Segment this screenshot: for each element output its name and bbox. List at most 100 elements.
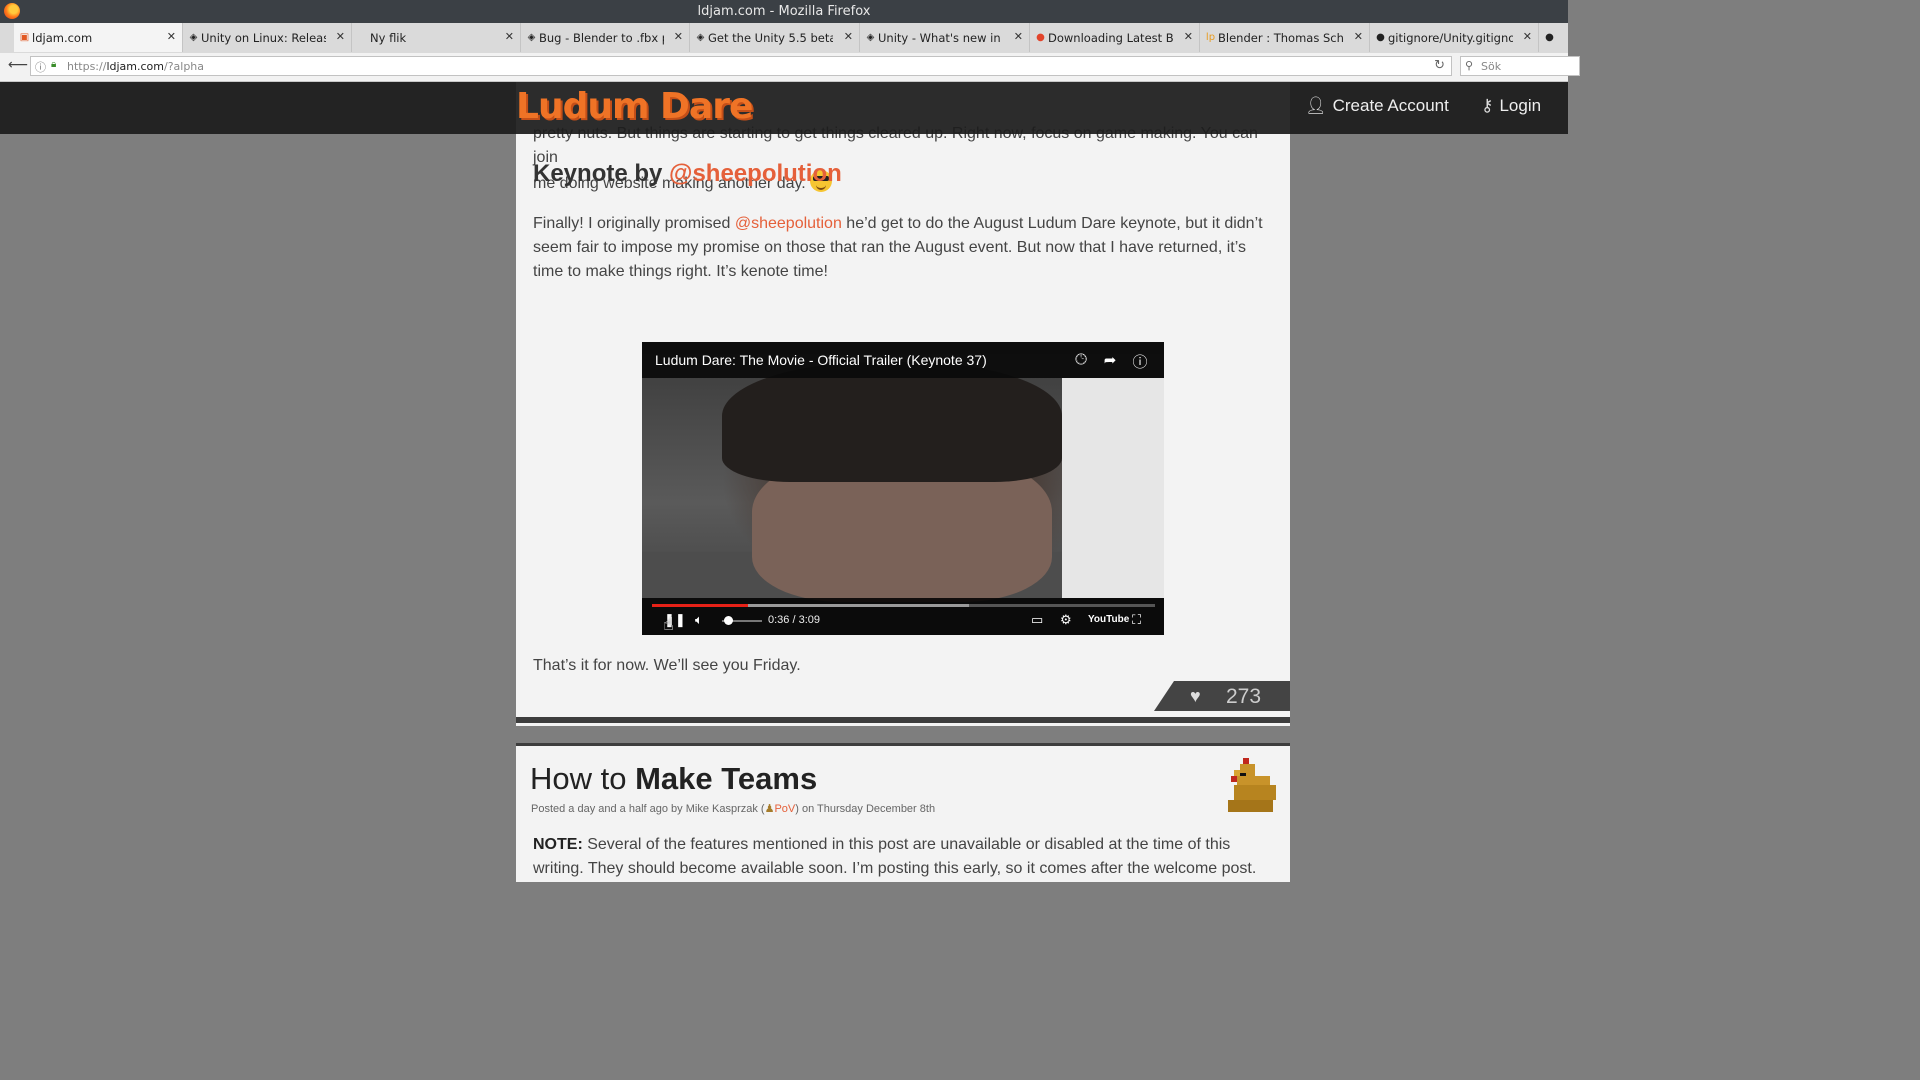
url-host: ldjam.com (106, 60, 164, 73)
tab-label: gitignore/Unity.gitigno... (1388, 30, 1513, 45)
unity-icon: ◈ (866, 32, 875, 43)
site-header: Ludum Dare 👤︎ Create Account ⚷ Login (0, 82, 1568, 134)
post-paragraph: Finally! I originally promised @sheepolu… (533, 212, 1275, 284)
post-title-prefix: How to (530, 761, 627, 796)
paragraph-text: Finally! I originally promised (533, 215, 731, 232)
like-button[interactable]: ♥ 273 (1154, 681, 1290, 711)
info-icon[interactable]: ⓘ (35, 59, 46, 75)
close-tab-icon[interactable]: ✕ (167, 30, 176, 43)
post-footer: ♥ 273 (516, 681, 1290, 726)
video-time: 0:36 / 3:09 (768, 614, 820, 626)
user-link[interactable]: @sheepolution (735, 215, 842, 232)
search-placeholder: Sök (1481, 60, 1502, 73)
post-note: NOTE: Several of the features mentioned … (533, 833, 1275, 881)
close-tab-icon[interactable]: ✕ (844, 30, 853, 43)
video-progress-bar[interactable] (652, 604, 1155, 607)
fullscreen-icon[interactable]: ⛶ (1132, 612, 1141, 628)
browser-tab[interactable]: lpBlender : Thomas Schiex ✕ (1200, 23, 1370, 52)
tab-label: Unity - What's new in U... (878, 30, 1003, 45)
tab-label: Downloading Latest Bl... (1048, 30, 1173, 45)
watch-later-clock-icon[interactable]: 🕒︎ (1072, 351, 1090, 368)
launchpad-icon: lp (1205, 32, 1216, 43)
blog-post: How to Make Teams Posted a day and a hal… (516, 743, 1290, 882)
video-played (652, 604, 748, 607)
browser-tab[interactable]: ▣ ldjam.com ✕ (14, 23, 183, 52)
tab-label: Unity on Linux: Release... (201, 30, 326, 45)
browser-tab[interactable]: ◈Bug - Blender to .fbx pr... ✕ (521, 23, 690, 52)
browser-tab[interactable]: ●Downloading Latest Bl... ✕ (1030, 23, 1200, 52)
ask-icon: ● (1036, 32, 1045, 43)
window-title: ldjam.com - Mozilla Firefox (697, 4, 871, 19)
post-closing: That’s it for now. We’ll see you Friday. (533, 657, 801, 674)
info-icon[interactable]: ⓘ (1131, 351, 1149, 372)
close-tab-icon[interactable]: ✕ (1354, 30, 1363, 43)
unity-icon: ◈ (527, 32, 536, 43)
video-frame-hair (722, 362, 1062, 482)
add-user-icon: 👤︎ (1305, 96, 1327, 115)
back-arrow-icon[interactable]: ⟵ (8, 57, 28, 73)
close-tab-icon[interactable]: ✕ (1184, 30, 1193, 43)
ldjam-icon: ▣ (19, 32, 30, 43)
key-icon: ⚷ (1481, 96, 1494, 115)
note-text: Several of the features mentioned in thi… (533, 836, 1257, 877)
post-title[interactable]: How to Make Teams (530, 761, 817, 797)
browser-tab[interactable]: Ny flik ✕ (352, 23, 521, 52)
video-frame[interactable] (642, 342, 1164, 635)
volume-knob[interactable] (724, 616, 733, 625)
browser-tab[interactable]: ● gitignore/Unity.gitigno... ✕ (1370, 23, 1539, 52)
tab-label: Blender : Thomas Schiex (1218, 30, 1343, 45)
mouse-cursor-icon: ☝ (663, 614, 674, 635)
unity-icon: ◈ (189, 32, 198, 43)
url-text: https://ldjam.com/?alpha (67, 60, 204, 73)
create-account-label: Create Account (1332, 96, 1449, 115)
browser-tab[interactable]: ◈Unity - What's new in U... ✕ (860, 23, 1030, 52)
tab-label: ldjam.com (32, 30, 93, 45)
login-button[interactable]: ⚷ Login (1481, 96, 1541, 116)
settings-gear-icon[interactable]: ⚙ (1060, 612, 1072, 628)
browser-tab[interactable]: ● (1539, 23, 1568, 52)
video-frame-wall (1062, 378, 1164, 598)
note-label: NOTE: (533, 836, 583, 853)
tab-label: Bug - Blender to .fbx pr... (539, 30, 664, 45)
github-icon: ● (1545, 32, 1554, 43)
meta-text: ) on Thursday December 8th (795, 803, 936, 815)
heart-icon: ♥ (1190, 686, 1201, 706)
reload-icon[interactable]: ↻ (1434, 58, 1445, 73)
ludum-dare-logo[interactable]: Ludum Dare (516, 86, 753, 127)
navigation-toolbar: ⟵ ⓘ 🔒︎ https://ldjam.com/?alpha ↻ ⚲ Sök (0, 53, 1580, 82)
video-player[interactable]: Ludum Dare: The Movie - Official Trailer… (642, 342, 1164, 635)
author-link[interactable]: PoV (774, 803, 795, 815)
subtitles-icon[interactable]: ▭ (1031, 612, 1043, 628)
url-bar[interactable]: ⓘ 🔒︎ https://ldjam.com/?alpha ↻ (30, 56, 1452, 76)
close-tab-icon[interactable]: ✕ (1014, 30, 1023, 43)
page-content: pretty nuts. But things are starting to … (0, 82, 1568, 882)
user-avatar-icon: ♟ (764, 803, 775, 815)
close-tab-icon[interactable]: ✕ (505, 30, 514, 43)
user-link[interactable]: @sheepolution (669, 160, 842, 187)
volume-icon[interactable]: 🔈︎ (695, 612, 703, 628)
heading-text: Keynote by (533, 160, 663, 187)
github-icon: ● (1376, 32, 1385, 43)
like-count: 273 (1226, 685, 1262, 708)
meta-text: Posted a day and a half ago by Mike Kasp… (531, 803, 765, 815)
browser-tab[interactable]: ◈Unity on Linux: Release... ✕ (183, 23, 352, 52)
post-footer-bar (516, 717, 1290, 723)
search-box[interactable]: ⚲ Sök (1460, 56, 1580, 76)
author-avatar-chicken-icon (1228, 758, 1276, 812)
search-icon: ⚲ (1465, 59, 1474, 72)
section-heading: Keynote by @sheepolution (533, 160, 842, 188)
lock-icon: 🔒︎ (51, 59, 57, 70)
post-meta: Posted a day and a half ago by Mike Kasp… (531, 802, 935, 815)
youtube-logo[interactable]: YouTube (1088, 614, 1129, 625)
close-tab-icon[interactable]: ✕ (1523, 30, 1532, 43)
close-tab-icon[interactable]: ✕ (336, 30, 345, 43)
video-title[interactable]: Ludum Dare: The Movie - Official Trailer… (655, 352, 987, 368)
unity-icon: ◈ (696, 32, 705, 43)
login-label: Login (1499, 96, 1542, 115)
tab-label: Get the Unity 5.5 beta ... (708, 30, 833, 45)
share-arrow-icon[interactable]: ➦ (1101, 351, 1119, 369)
create-account-button[interactable]: 👤︎ Create Account (1305, 96, 1449, 116)
browser-tab[interactable]: ◈Get the Unity 5.5 beta ... ✕ (690, 23, 860, 52)
close-tab-icon[interactable]: ✕ (674, 30, 683, 43)
post-title-bold: Make Teams (635, 761, 818, 796)
